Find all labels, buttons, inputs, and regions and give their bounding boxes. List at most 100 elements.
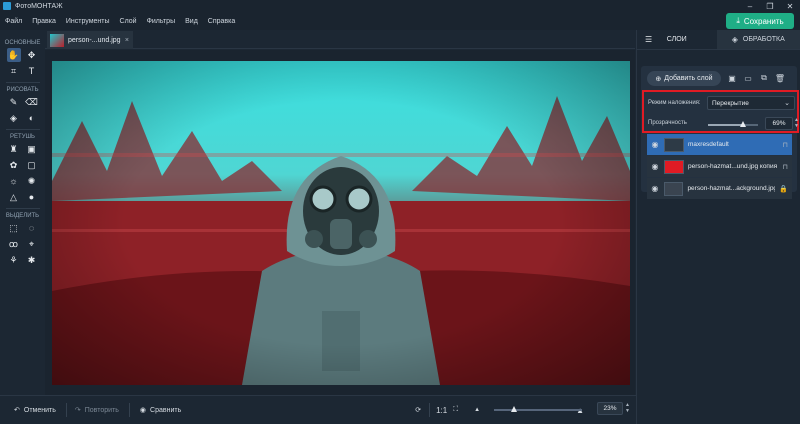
layer-thumbnail — [663, 181, 684, 196]
layer-name: maxresdefault — [688, 141, 729, 148]
layer-name: person-hazmat...ackground.jpg — [687, 185, 776, 192]
actual-size-button[interactable]: 1:1 — [436, 406, 447, 415]
toolbar-row: ♜ ▣ — [0, 142, 45, 156]
save-button[interactable]: ⤓ Сохранить — [726, 13, 794, 29]
toolbar-row: ◈ ◐ — [0, 111, 45, 125]
plus-circle-icon: ⊕ — [655, 75, 662, 83]
canvas-area[interactable] — [45, 50, 635, 395]
poly-lasso-icon[interactable]: ⌖ — [25, 237, 39, 251]
zoom-value-field[interactable]: 23% — [597, 402, 623, 415]
unlock-icon[interactable]: ⊓ — [783, 141, 788, 149]
blend-mode-select[interactable]: Перекрытие ⌄ — [707, 96, 795, 110]
close-tab-icon[interactable]: × — [125, 37, 129, 44]
toolbar-divider — [5, 129, 40, 130]
dodge-icon[interactable]: ☼ — [7, 174, 21, 188]
hazmat-photo — [52, 61, 630, 385]
toolbar-section-label: ВЫДЕЛИТЬ — [5, 213, 40, 219]
unlock-icon[interactable]: ⊓ — [783, 163, 788, 171]
eye-icon[interactable]: ◉ — [650, 140, 660, 149]
tab-layers[interactable]: ☰ СЛОИ — [637, 30, 717, 49]
zoom-spinner[interactable]: ▲ ▼ — [625, 402, 630, 414]
eye-icon[interactable]: ◉ — [650, 162, 660, 171]
menu-view[interactable]: Вид — [180, 18, 203, 25]
toolbar-section-label: РЕТУШЬ — [10, 134, 35, 140]
open-folder-icon[interactable]: ▭ — [743, 73, 753, 83]
opacity-label: Прозрачность — [648, 120, 687, 126]
opacity-value-field[interactable]: 69% — [765, 117, 793, 130]
hand-icon[interactable]: ✋ — [6, 48, 21, 62]
layer-row[interactable]: ◉ person-hazmat...und.jpg копия ⊓ — [647, 156, 792, 177]
divider — [65, 403, 67, 417]
magic-wand-icon[interactable]: ✱ — [25, 253, 39, 267]
title-bar: ФотоМОНТАЖ — [0, 0, 800, 12]
sharpen-icon[interactable]: △ — [7, 190, 21, 204]
undo-button[interactable]: ↶ Отменить — [14, 406, 56, 415]
zoom-out-button[interactable]: ▲ — [474, 407, 480, 413]
blur-icon[interactable]: ● — [25, 190, 39, 204]
restore-button[interactable]: ❐ — [760, 0, 780, 12]
layer-thumbnail — [664, 159, 684, 174]
toolbar-divider — [5, 82, 40, 83]
add-image-icon[interactable]: ▣ — [727, 73, 737, 83]
lock-icon[interactable]: 🔒 — [779, 185, 788, 193]
toolbar-row: ⚘ ✱ — [0, 253, 45, 267]
ellipse-select-icon[interactable]: ◌ — [25, 221, 39, 235]
layer-row[interactable]: ◉ person-hazmat...ackground.jpg 🔒 — [647, 178, 792, 199]
menu-layer[interactable]: Слой — [115, 18, 142, 25]
menu-filters[interactable]: Фильтры — [142, 18, 181, 25]
rotate-button[interactable]: ⟳ — [415, 406, 421, 414]
eye-icon[interactable]: ◉ — [650, 184, 660, 193]
panel-tabs: ☰ СЛОИ ◈ ОБРАБОТКА — [637, 30, 800, 50]
menu-bar: Файл Правка Инструменты Слой Фильтры Вид… — [0, 12, 800, 30]
app-title: ФотоМОНТАЖ — [15, 2, 63, 10]
rotate-icon: ⟳ — [415, 407, 422, 414]
toolbar-row: ꝏ ⌖ — [0, 237, 45, 251]
download-icon: ⤓ — [736, 16, 740, 25]
opacity-slider-thumb[interactable] — [739, 121, 746, 127]
magic-brush-icon[interactable]: ⚘ — [7, 253, 21, 267]
gradient-icon[interactable]: ◐ — [25, 111, 39, 125]
toolbar-row: △ ● — [0, 190, 45, 204]
zoom-slider[interactable] — [494, 406, 582, 412]
patch-icon[interactable]: ▣ — [25, 142, 39, 156]
document-tab[interactable]: person-...und.jpg × — [47, 31, 133, 49]
duplicate-icon[interactable]: ⧉ — [759, 73, 769, 83]
redo-button[interactable]: ↷ Повторить — [75, 406, 119, 415]
canvas-image[interactable] — [52, 61, 630, 385]
toolbar-section-label: ОСНОВНЫЕ — [4, 40, 41, 46]
zoom-slider-thumb[interactable] — [511, 406, 518, 412]
brush-icon[interactable]: ✎ — [7, 95, 21, 109]
crop-icon[interactable]: ⌗ — [7, 64, 21, 78]
close-button[interactable]: ✕ — [780, 0, 800, 12]
tools-panel: ОСНОВНЫЕ ✋ ✥ ⌗ T РИСОВАТЬ ✎ ⌫ ◈ ◐ РЕТУШЬ ♜ ▣ ✿ ▢ ☼ ✺ △ ● ВЫ… — [0, 30, 45, 394]
compare-button[interactable]: ◉ Сравнить — [139, 406, 181, 415]
menu-file[interactable]: Файл — [0, 18, 27, 25]
layer-row[interactable]: ◉ maxresdefault ⊓ — [647, 134, 792, 155]
toolbar-row: ✋ ✥ — [0, 48, 45, 62]
fit-screen-button[interactable]: ⛶ — [453, 406, 458, 414]
text-icon[interactable]: T — [25, 64, 39, 78]
toolbar-section-label: РИСОВАТЬ — [6, 87, 39, 93]
trash-icon[interactable]: 🗑 — [775, 73, 785, 83]
menu-edit[interactable]: Правка — [27, 18, 61, 25]
frame-icon[interactable]: ▢ — [25, 158, 39, 172]
add-layer-button[interactable]: ⊕ Добавить слой — [647, 71, 721, 86]
opacity-spinner[interactable]: ▲ ▼ — [794, 117, 799, 129]
tab-processing[interactable]: ◈ ОБРАБОТКА — [716, 30, 800, 49]
healing-icon[interactable]: ✿ — [7, 158, 21, 172]
move-icon[interactable]: ✥ — [25, 48, 39, 62]
burn-icon[interactable]: ✺ — [25, 174, 39, 188]
layer-name: person-hazmat...und.jpg копия — [688, 163, 778, 170]
mountain-small-icon: ▲ — [474, 407, 481, 413]
menu-tools[interactable]: Инструменты — [61, 18, 115, 25]
stamp-icon[interactable]: ♜ — [7, 142, 21, 156]
fill-icon[interactable]: ◈ — [7, 111, 21, 125]
minimize-button[interactable]: – — [740, 0, 760, 12]
fit-screen-icon: ⛶ — [453, 406, 459, 413]
eraser-icon[interactable]: ⌫ — [25, 95, 39, 109]
menu-help[interactable]: Справка — [203, 18, 240, 25]
rect-select-icon[interactable]: ⬚ — [7, 221, 21, 235]
eye-icon: ◉ — [139, 407, 147, 414]
opacity-slider[interactable] — [708, 121, 758, 127]
lasso-icon[interactable]: ꝏ — [7, 237, 21, 251]
